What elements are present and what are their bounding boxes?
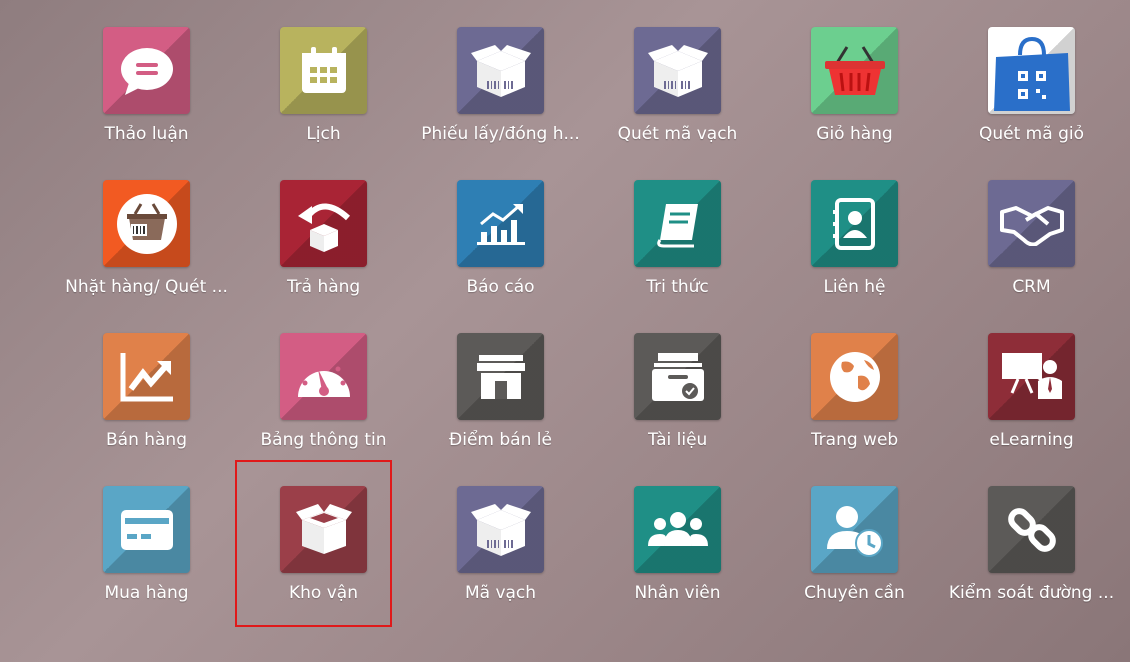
- app-pick-scan[interactable]: Nhặt hàng/ Quét ...: [58, 180, 235, 333]
- app-label: Chuyên cần: [804, 583, 905, 603]
- app-tile[interactable]: [634, 27, 721, 114]
- app-crm[interactable]: CRM: [943, 180, 1120, 333]
- app-label: Bán hàng: [105, 430, 187, 450]
- calendar-icon: [301, 46, 346, 93]
- app-tile[interactable]: [634, 180, 721, 267]
- app-tile[interactable]: [811, 180, 898, 267]
- app-tile[interactable]: [103, 27, 190, 114]
- app-tile[interactable]: [634, 333, 721, 420]
- app-tile[interactable]: [988, 486, 1075, 573]
- box-barcode-icon: [470, 44, 531, 97]
- app-picking[interactable]: Phiếu lấy/đóng h...: [412, 27, 589, 180]
- app-tile[interactable]: [457, 486, 544, 573]
- app-dashboards[interactable]: Bảng thông tin: [235, 333, 412, 486]
- app-tile[interactable]: [103, 180, 190, 267]
- user-clock-icon: [826, 505, 883, 557]
- app-inventory[interactable]: Kho vận: [235, 486, 412, 639]
- app-label: Điểm bán lẻ: [449, 430, 552, 450]
- app-label: Bảng thông tin: [260, 430, 387, 450]
- app-tile[interactable]: [457, 27, 544, 114]
- app-label: Lịch: [306, 124, 341, 144]
- handshake-icon: [999, 205, 1064, 246]
- app-tile[interactable]: [103, 486, 190, 573]
- app-pos[interactable]: Điểm bán lẻ: [412, 333, 589, 486]
- app-tile[interactable]: [988, 180, 1075, 267]
- app-label: Báo cáo: [466, 277, 535, 297]
- app-label: Giỏ hàng: [816, 124, 893, 144]
- credit-card-icon: [120, 509, 173, 550]
- app-label: Trang web: [810, 430, 899, 450]
- dashboard-gauge-icon: [297, 360, 350, 397]
- app-label: Kiểm soát đường ...: [948, 583, 1115, 603]
- users-icon: [647, 511, 708, 546]
- app-tile[interactable]: [634, 486, 721, 573]
- app-label: Thảo luận: [104, 124, 189, 144]
- app-tile[interactable]: [988, 27, 1075, 114]
- app-contacts[interactable]: Liên hệ: [766, 180, 943, 333]
- app-label: Quét mã vạch: [617, 124, 738, 144]
- app-barcode-scan[interactable]: Quét mã vạch: [589, 27, 766, 180]
- app-scan-cart[interactable]: Quét mã giỏ: [943, 27, 1120, 180]
- app-cart[interactable]: Giỏ hàng: [766, 27, 943, 180]
- app-label: Nhặt hàng/ Quét ...: [65, 277, 228, 297]
- app-attendance[interactable]: Chuyên cần: [766, 486, 943, 639]
- app-tile[interactable]: [280, 486, 367, 573]
- app-tile[interactable]: [988, 333, 1075, 420]
- app-label: Liên hệ: [823, 277, 886, 297]
- basket-barcode-icon: [116, 193, 177, 254]
- box-open-icon: [295, 503, 352, 554]
- app-tile[interactable]: [811, 333, 898, 420]
- bar-chart-icon: [476, 203, 525, 245]
- app-link-tracker[interactable]: Kiểm soát đường ...: [943, 486, 1120, 639]
- app-elearning[interactable]: eLearning: [943, 333, 1120, 486]
- app-label: Mua hàng: [104, 583, 189, 603]
- app-knowledge[interactable]: Tri thức: [589, 180, 766, 333]
- app-label: Trả hàng: [286, 277, 361, 297]
- app-returns[interactable]: Trả hàng: [235, 180, 412, 333]
- return-box-icon: [297, 203, 350, 252]
- app-grid: Thảo luận Lịch Phiếu lấy/đóng h... Quét …: [58, 27, 1120, 639]
- app-tile[interactable]: [811, 486, 898, 573]
- app-employees[interactable]: Nhân viên: [589, 486, 766, 639]
- app-discuss[interactable]: Thảo luận: [58, 27, 235, 180]
- app-label: eLearning: [989, 430, 1074, 450]
- box-barcode-icon: [647, 44, 708, 97]
- chat-bubble-icon: [120, 47, 173, 95]
- app-tile[interactable]: [811, 27, 898, 114]
- app-website[interactable]: Trang web: [766, 333, 943, 486]
- link-chain-icon: [1007, 507, 1056, 552]
- app-purchase[interactable]: Mua hàng: [58, 486, 235, 639]
- app-calendar[interactable]: Lịch: [235, 27, 412, 180]
- app-label: Nhân viên: [634, 583, 721, 603]
- app-label: Tài liệu: [647, 430, 708, 450]
- app-label: Mã vạch: [464, 583, 537, 603]
- globe-icon: [829, 351, 880, 402]
- qr-bag-icon: [993, 36, 1070, 111]
- trend-chart-icon: [120, 352, 173, 401]
- book-icon: [656, 203, 698, 247]
- app-label: Kho vận: [289, 583, 358, 603]
- app-tile[interactable]: [280, 27, 367, 114]
- app-label: CRM: [1012, 277, 1051, 297]
- app-label: Quét mã giỏ: [979, 124, 1084, 144]
- box-barcode-icon: [470, 503, 531, 556]
- app-tile[interactable]: [457, 333, 544, 420]
- store-icon: [476, 354, 525, 399]
- app-tile[interactable]: [280, 333, 367, 420]
- address-book-icon: [832, 197, 875, 250]
- archive-icon: [651, 352, 704, 401]
- app-label: Phiếu lấy/đóng h...: [421, 124, 580, 144]
- app-reports[interactable]: Báo cáo: [412, 180, 589, 333]
- app-tile[interactable]: [457, 180, 544, 267]
- app-label: Tri thức: [646, 277, 709, 297]
- presentation-icon: [1001, 352, 1062, 399]
- app-sales[interactable]: Bán hàng: [58, 333, 235, 486]
- app-tile[interactable]: [280, 180, 367, 267]
- basket-icon: [824, 45, 885, 95]
- app-tile[interactable]: [103, 333, 190, 420]
- app-documents[interactable]: Tài liệu: [589, 333, 766, 486]
- app-barcode[interactable]: Mã vạch: [412, 486, 589, 639]
